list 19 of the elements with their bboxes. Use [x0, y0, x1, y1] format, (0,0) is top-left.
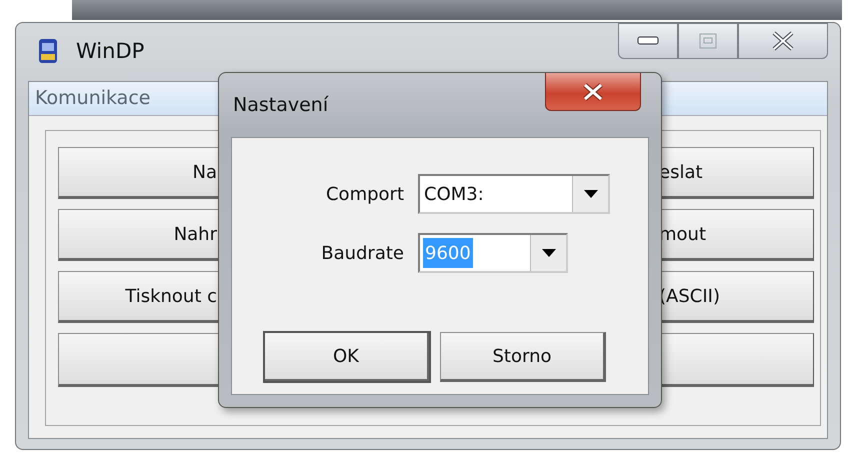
close-icon	[582, 82, 604, 100]
tab[interactable]: Komunikace	[35, 84, 150, 113]
field-label: Comport	[324, 182, 404, 206]
caret-icon	[584, 190, 598, 198]
maximize-icon	[699, 33, 717, 49]
minimize-icon	[637, 36, 659, 46]
caret-icon	[542, 249, 556, 257]
dropdown-button[interactable]	[572, 176, 608, 212]
dialog-title: Nastavení	[233, 93, 328, 118]
dialog-button[interactable]: OK	[264, 332, 430, 382]
field-label: Baudrate	[320, 242, 404, 266]
close-icon	[771, 31, 795, 51]
dropdown-button[interactable]	[530, 235, 566, 271]
close-button[interactable]	[545, 73, 641, 111]
combo-box[interactable]: COM3:	[418, 174, 610, 214]
close-button[interactable]	[738, 23, 828, 59]
dialog-button[interactable]: Storno	[440, 332, 606, 382]
minimize-button[interactable]	[618, 23, 678, 59]
window-title: WinDP	[76, 38, 144, 66]
